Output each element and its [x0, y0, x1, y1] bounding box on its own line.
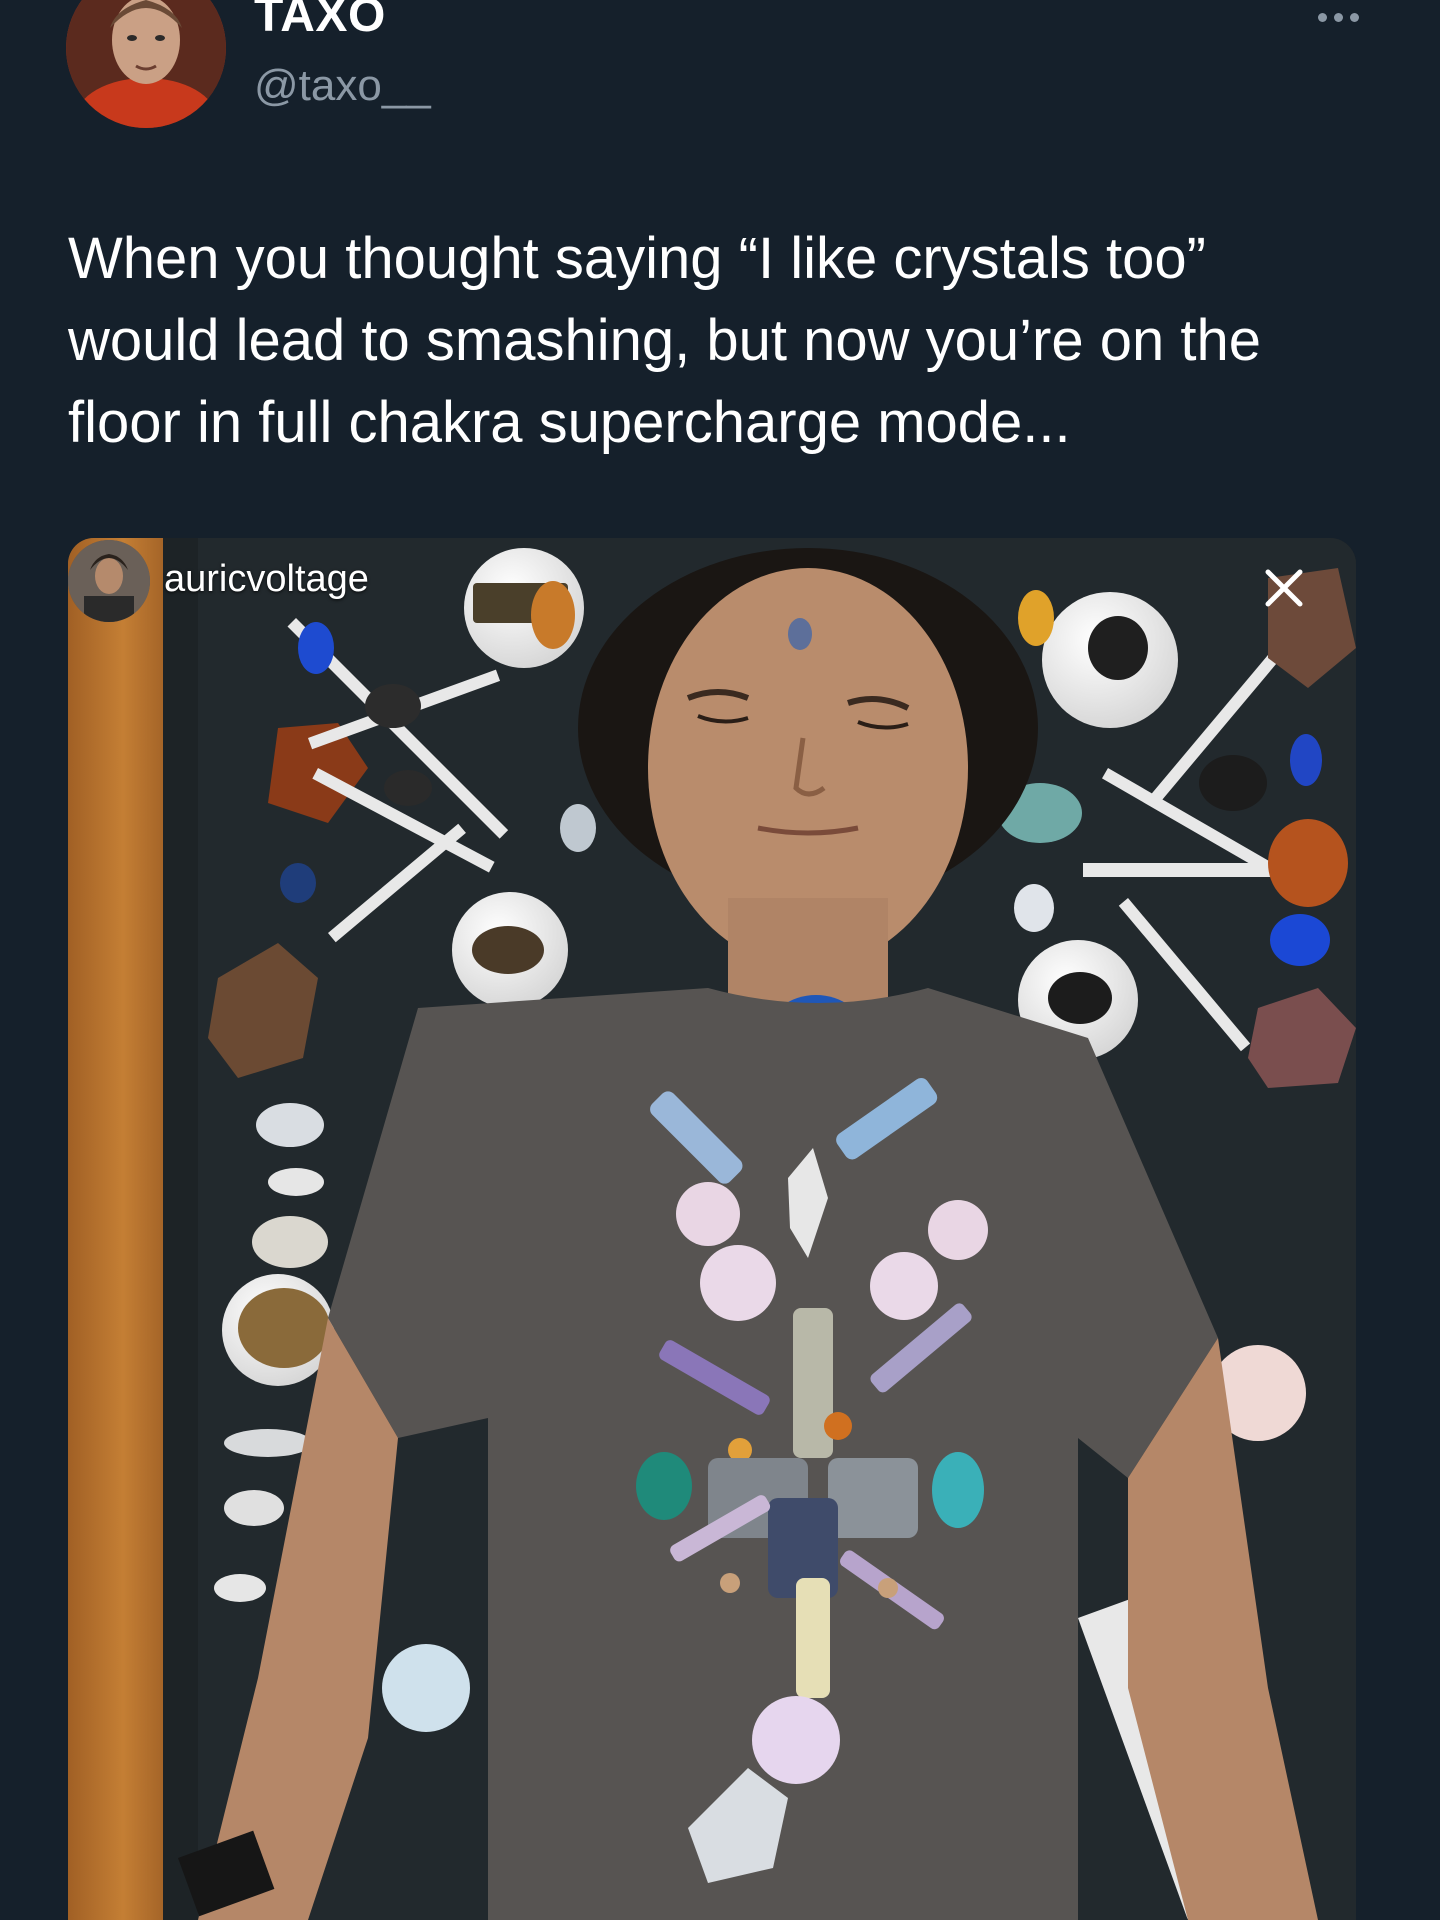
- more-options-button[interactable]: [1308, 0, 1368, 34]
- author-avatar-image: [66, 0, 226, 128]
- author-display-name[interactable]: TAXO: [254, 0, 386, 46]
- overlay-user-avatar[interactable]: [68, 540, 150, 622]
- crystal-photo: [68, 538, 1356, 1920]
- overlay-avatar-image: [68, 540, 150, 622]
- more-horizontal-icon: [1317, 12, 1327, 22]
- author-handle[interactable]: @taxo__: [254, 58, 431, 114]
- tweet-media-photo[interactable]: auricvoltage: [68, 538, 1356, 1920]
- tweet-text: When you thought saying “I like crystals…: [68, 226, 1261, 455]
- author-avatar[interactable]: [66, 0, 226, 128]
- more-icon-dot: [1349, 12, 1359, 22]
- more-icon-dot: [1333, 12, 1343, 22]
- close-icon[interactable]: [1256, 560, 1312, 616]
- overlay-username[interactable]: auricvoltage: [164, 556, 369, 602]
